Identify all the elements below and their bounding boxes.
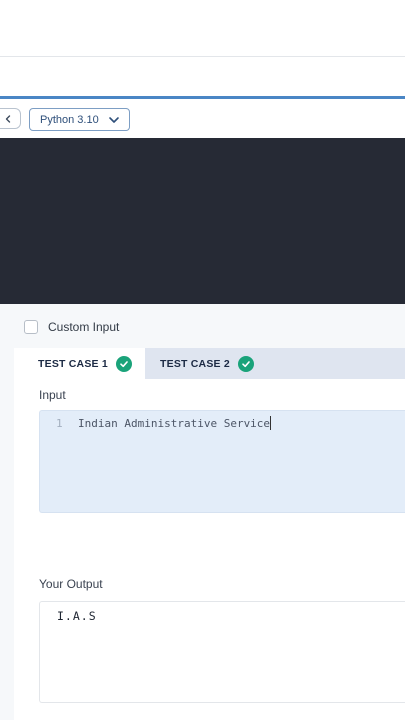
output-label: Your Output: [39, 577, 103, 591]
check-circle-icon: [237, 355, 254, 372]
code-editor[interactable]: [0, 138, 405, 304]
tab-label: TEST CASE 1: [38, 357, 108, 370]
chevron-left-icon: [5, 114, 10, 123]
chevron-down-icon: [109, 117, 119, 123]
top-header: [0, 0, 405, 57]
text-caret: [270, 416, 272, 430]
custom-input-checkbox[interactable]: [24, 320, 38, 334]
language-select-value: Python 3.10: [40, 113, 99, 126]
input-display[interactable]: 1 Indian Administrative Service: [39, 410, 405, 513]
check-circle-icon: [115, 355, 132, 372]
output-text: I.A.S: [57, 609, 97, 623]
output-display: I.A.S: [39, 601, 405, 703]
custom-input-toggle[interactable]: Custom Input: [24, 319, 119, 335]
back-button[interactable]: [0, 108, 21, 129]
tab-test-case-2[interactable]: TEST CASE 2: [145, 348, 275, 379]
sub-header: [0, 57, 405, 97]
tab-label: TEST CASE 2: [160, 357, 230, 370]
custom-input-label: Custom Input: [48, 320, 120, 334]
input-label: Input: [39, 388, 66, 402]
input-text: Indian Administrative Service: [78, 416, 272, 430]
language-select[interactable]: Python 3.10: [29, 108, 130, 131]
line-number: 1: [56, 417, 63, 430]
tab-test-case-1[interactable]: TEST CASE 1: [14, 348, 145, 379]
test-case-tabs: TEST CASE 1 TEST CASE 2: [14, 348, 405, 379]
